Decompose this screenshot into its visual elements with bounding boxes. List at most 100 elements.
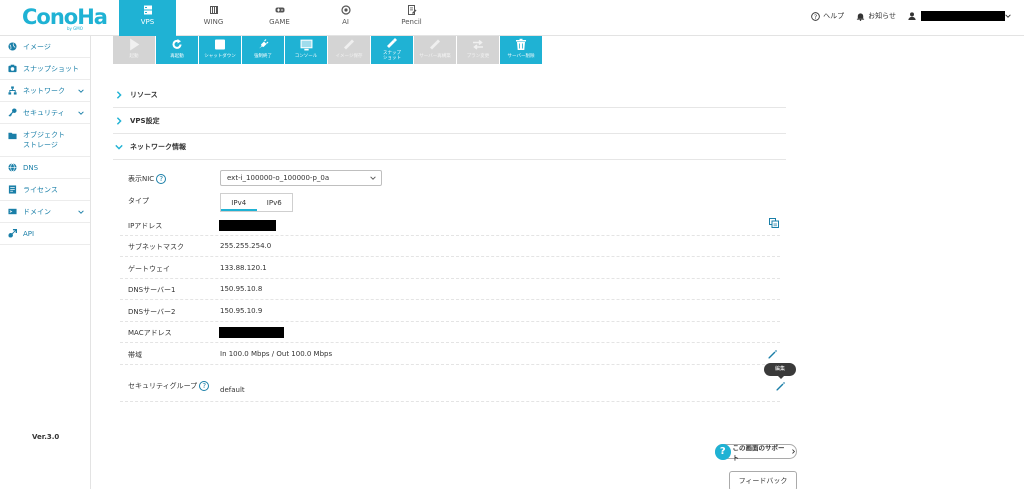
help-icon[interactable]: ? — [156, 174, 167, 184]
network-icon — [8, 86, 17, 95]
play-icon — [129, 38, 139, 51]
ip-address-label: IPアドレス — [128, 222, 163, 230]
snapshot-button[interactable]: スナップ ショット — [371, 36, 413, 64]
ai-chip-icon — [340, 5, 351, 15]
section-resource[interactable]: リソース — [113, 82, 786, 108]
nic-select[interactable]: ext-i_100000-o_100000-p_0a — [220, 170, 382, 186]
start-button-label: 起動 — [129, 54, 139, 59]
key-icon — [8, 108, 17, 117]
nav-pencil-label: Pencil — [401, 18, 422, 26]
notice-link[interactable]: お知らせ — [856, 11, 896, 21]
delete-server-button[interactable]: サーバー削除 — [500, 36, 542, 64]
shutdown-button-label: シャットダウン — [204, 54, 236, 59]
force-stop-button-label: 強制終了 — [254, 54, 272, 59]
sidebar-item-label-line1: オブジェクト — [23, 131, 65, 139]
sidebar-item-label: DNS — [23, 163, 39, 172]
plan-change-button[interactable]: プラン変更 — [457, 36, 499, 64]
restart-icon — [172, 39, 182, 49]
feedback-button[interactable]: フィードバック — [729, 471, 797, 489]
logo-sub: by GMO — [67, 26, 83, 31]
nav-game[interactable]: GAME — [256, 0, 303, 36]
nic-label: 表示NIC — [128, 175, 155, 183]
help-icon[interactable]: ? — [199, 381, 210, 391]
server-stack-icon — [209, 6, 218, 14]
sidebar-item-api[interactable]: API — [0, 223, 90, 245]
nav-ai[interactable]: AI — [322, 0, 369, 36]
save-image-button[interactable]: イメージ保存 — [328, 36, 370, 64]
nav-ai-label: AI — [342, 18, 349, 26]
save-image-icon — [344, 39, 354, 50]
restart-button[interactable]: 再起動 — [156, 36, 198, 64]
conoha-logo[interactable]: ConoHa — [22, 5, 108, 29]
sidebar-item-image[interactable]: イメージ — [0, 36, 90, 58]
chevron-down-icon — [370, 176, 376, 180]
force-stop-button[interactable]: 強制終了 — [242, 36, 284, 64]
security-group-value: default — [220, 386, 245, 394]
rebuild-server-button-label: サーバー再構築 — [419, 54, 451, 59]
chevron-down-icon — [1005, 14, 1011, 18]
sidebar-item-network[interactable]: ネットワーク — [0, 80, 90, 102]
gamepad-icon — [275, 7, 284, 13]
sidebar-item-dns[interactable]: DNS — [0, 157, 90, 179]
help-link[interactable]: ? ヘルプ — [811, 11, 844, 21]
plan-change-button-label: プラン変更 — [466, 54, 490, 59]
user-menu[interactable] — [908, 11, 1014, 21]
section-network-info[interactable]: ネットワーク情報 — [113, 134, 786, 160]
sidebar-item-label: セキュリティ — [23, 108, 65, 117]
edit-tooltip: 編集 — [764, 363, 796, 379]
console-button[interactable]: コンソール — [285, 36, 327, 64]
tab-ipv4[interactable]: IPv4 — [221, 194, 257, 211]
copy-icon[interactable] — [769, 218, 779, 228]
page-support-label: この画面のサポート — [732, 443, 785, 462]
mac-row: MACアドレス — [120, 322, 780, 343]
bandwidth-label: 帯域 — [128, 351, 142, 359]
sidebar-item-snapshot[interactable]: スナップショット — [0, 58, 90, 80]
nav-vps[interactable]: VPS — [119, 0, 176, 36]
nav-pencil[interactable]: Pencil — [388, 0, 435, 36]
plug-icon — [259, 39, 269, 49]
bell-icon — [857, 12, 865, 21]
start-button[interactable]: 起動 — [113, 36, 155, 64]
sidebar-item-object-storage[interactable]: オブジェクト ストレージ — [0, 124, 90, 157]
rebuild-server-button[interactable]: サーバー再構築 — [414, 36, 456, 64]
tab-ipv6[interactable]: IPv6 — [257, 194, 293, 211]
nav-game-label: GAME — [269, 18, 290, 26]
plan-change-icon — [473, 39, 483, 50]
stop-icon — [215, 39, 225, 50]
chevron-right-icon — [116, 90, 122, 99]
rebuild-icon — [430, 39, 440, 50]
ip-address-redacted — [219, 220, 276, 231]
sidebar-item-license[interactable]: ライセンス — [0, 179, 90, 201]
snapshot-button-label-line2: ショット — [383, 56, 401, 61]
nav-wing[interactable]: WING — [190, 0, 237, 36]
sidebar-item-label: イメージ — [23, 42, 51, 51]
dns1-label: DNSサーバー1 — [128, 286, 176, 294]
license-icon — [8, 185, 17, 194]
snapshot-button-label: スナップ ショット — [383, 51, 401, 61]
folder-icon — [8, 132, 17, 140]
sidebar-item-security[interactable]: セキュリティ — [0, 102, 90, 124]
delete-server-button-label: サーバー削除 — [507, 54, 535, 59]
svg-text:?: ? — [814, 13, 817, 20]
sidebar-item-domain[interactable]: ドメイン — [0, 201, 90, 223]
top-right-menu: ? ヘルプ お知らせ — [799, 11, 1014, 21]
user-icon — [908, 12, 916, 20]
edit-pencil-icon[interactable] — [776, 381, 786, 391]
sidebar-item-label: スナップショット — [23, 64, 79, 73]
sidebar-item-label: ドメイン — [23, 207, 51, 216]
trash-icon — [516, 38, 526, 50]
page-support-button[interactable]: ? この画面のサポート — [715, 443, 797, 462]
edit-pencil-icon[interactable] — [768, 349, 778, 359]
section-vps-settings[interactable]: VPS設定 — [113, 108, 786, 134]
console-icon — [300, 39, 312, 51]
dns2-row: DNSサーバー2 150.95.10.9 — [120, 301, 780, 322]
dns-globe-icon — [8, 163, 17, 172]
shutdown-button[interactable]: シャットダウン — [199, 36, 241, 64]
help-circle-icon: ? — [811, 11, 820, 21]
subnet-value: 255.255.254.0 — [220, 242, 272, 250]
chevron-down-icon — [78, 89, 84, 93]
subnet-label: サブネットマスク — [128, 243, 184, 251]
bandwidth-row: 帯域 In 100.0 Mbps / Out 100.0 Mbps — [120, 344, 780, 365]
gateway-value: 133.88.120.1 — [220, 264, 267, 272]
globe-icon — [8, 42, 17, 51]
